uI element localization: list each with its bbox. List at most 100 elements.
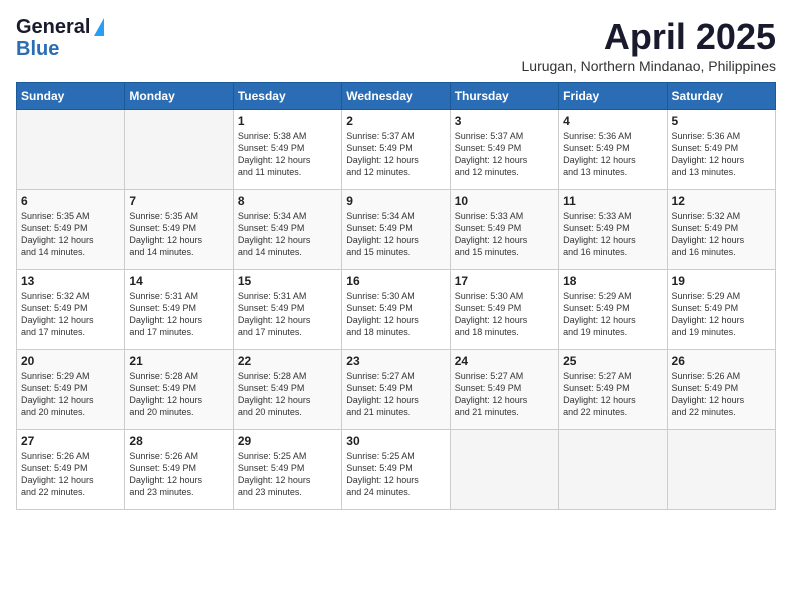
- day-info: Sunrise: 5:32 AM Sunset: 5:49 PM Dayligh…: [21, 290, 120, 339]
- day-number: 5: [672, 114, 771, 128]
- calendar-cell: 16 Sunrise: 5:30 AM Sunset: 5:49 PM Dayli…: [342, 270, 450, 350]
- calendar-cell: 22 Sunrise: 5:28 AM Sunset: 5:49 PM Dayli…: [233, 350, 341, 430]
- calendar-cell: 7 Sunrise: 5:35 AM Sunset: 5:49 PM Daylig…: [125, 190, 233, 270]
- day-number: 30: [346, 434, 445, 448]
- weekday-row: SundayMondayTuesdayWednesdayThursdayFrid…: [17, 83, 776, 110]
- calendar-cell: [667, 430, 775, 510]
- calendar-week-row: 6 Sunrise: 5:35 AM Sunset: 5:49 PM Daylig…: [17, 190, 776, 270]
- calendar-cell: 19Sunrise: 5:29 AM Sunset: 5:49 PM Dayli…: [667, 270, 775, 350]
- day-info: Sunrise: 5:30 AM Sunset: 5:49 PM Dayligh…: [455, 290, 554, 339]
- calendar-cell: 18 Sunrise: 5:29 AM Sunset: 5:49 PM Dayli…: [559, 270, 667, 350]
- weekday-header: Thursday: [450, 83, 558, 110]
- day-info: Sunrise: 5:37 AM Sunset: 5:49 PM Dayligh…: [455, 130, 554, 179]
- day-info: Sunrise: 5:26 AM Sunset: 5:49 PM Dayligh…: [672, 370, 771, 419]
- calendar-cell: 27Sunrise: 5:26 AM Sunset: 5:49 PM Dayli…: [17, 430, 125, 510]
- calendar-week-row: 1 Sunrise: 5:38 AM Sunset: 5:49 PM Daylig…: [17, 110, 776, 190]
- day-info: Sunrise: 5:28 AM Sunset: 5:49 PM Dayligh…: [129, 370, 228, 419]
- month-title: April 2025: [522, 16, 777, 58]
- day-number: 10: [455, 194, 554, 208]
- day-number: 4: [563, 114, 662, 128]
- day-number: 28: [129, 434, 228, 448]
- day-info: Sunrise: 5:25 AM Sunset: 5:49 PM Dayligh…: [346, 450, 445, 499]
- weekday-header: Friday: [559, 83, 667, 110]
- calendar-body: 1 Sunrise: 5:38 AM Sunset: 5:49 PM Daylig…: [17, 110, 776, 510]
- header: General Blue April 2025 Lurugan, Norther…: [16, 16, 776, 74]
- weekday-header: Wednesday: [342, 83, 450, 110]
- day-info: Sunrise: 5:26 AM Sunset: 5:49 PM Dayligh…: [129, 450, 228, 499]
- calendar-cell: 12 Sunrise: 5:32 AM Sunset: 5:49 PM Dayli…: [667, 190, 775, 270]
- day-number: 12: [672, 194, 771, 208]
- day-info: Sunrise: 5:35 AM Sunset: 5:49 PM Dayligh…: [21, 210, 120, 259]
- calendar-header: SundayMondayTuesdayWednesdayThursdayFrid…: [17, 83, 776, 110]
- calendar-cell: 17 Sunrise: 5:30 AM Sunset: 5:49 PM Dayli…: [450, 270, 558, 350]
- location-title: Lurugan, Northern Mindanao, Philippines: [522, 58, 777, 74]
- logo-general-text: General: [16, 16, 90, 38]
- day-info: Sunrise: 5:31 AM Sunset: 5:49 PM Dayligh…: [129, 290, 228, 339]
- calendar-cell: 28 Sunrise: 5:26 AM Sunset: 5:49 PM Dayli…: [125, 430, 233, 510]
- day-info: Sunrise: 5:27 AM Sunset: 5:49 PM Dayligh…: [563, 370, 662, 419]
- day-info: Sunrise: 5:37 AM Sunset: 5:49 PM Dayligh…: [346, 130, 445, 179]
- logo: General Blue: [16, 16, 104, 60]
- day-info: Sunrise: 5:29 AM Sunset: 5:49 PM Dayligh…: [563, 290, 662, 339]
- day-info: Sunrise: 5:38 AM Sunset: 5:49 PM Dayligh…: [238, 130, 337, 179]
- calendar-cell: 9 Sunrise: 5:34 AM Sunset: 5:49 PM Daylig…: [342, 190, 450, 270]
- calendar-cell: 30 Sunrise: 5:25 AM Sunset: 5:49 PM Dayli…: [342, 430, 450, 510]
- day-number: 1: [238, 114, 337, 128]
- calendar-cell: [559, 430, 667, 510]
- calendar-cell: 3 Sunrise: 5:37 AM Sunset: 5:49 PM Daylig…: [450, 110, 558, 190]
- day-info: Sunrise: 5:27 AM Sunset: 5:49 PM Dayligh…: [346, 370, 445, 419]
- calendar-week-row: 20Sunrise: 5:29 AM Sunset: 5:49 PM Dayli…: [17, 350, 776, 430]
- calendar-cell: 11Sunrise: 5:33 AM Sunset: 5:49 PM Dayli…: [559, 190, 667, 270]
- day-number: 11: [563, 194, 662, 208]
- calendar-cell: 13Sunrise: 5:32 AM Sunset: 5:49 PM Dayli…: [17, 270, 125, 350]
- day-number: 26: [672, 354, 771, 368]
- day-number: 3: [455, 114, 554, 128]
- day-info: Sunrise: 5:35 AM Sunset: 5:49 PM Dayligh…: [129, 210, 228, 259]
- day-info: Sunrise: 5:25 AM Sunset: 5:49 PM Dayligh…: [238, 450, 337, 499]
- calendar-cell: 2Sunrise: 5:37 AM Sunset: 5:49 PM Daylig…: [342, 110, 450, 190]
- day-info: Sunrise: 5:33 AM Sunset: 5:49 PM Dayligh…: [455, 210, 554, 259]
- title-area: April 2025 Lurugan, Northern Mindanao, P…: [522, 16, 777, 74]
- day-number: 8: [238, 194, 337, 208]
- calendar-week-row: 27Sunrise: 5:26 AM Sunset: 5:49 PM Dayli…: [17, 430, 776, 510]
- calendar-cell: 14 Sunrise: 5:31 AM Sunset: 5:49 PM Dayli…: [125, 270, 233, 350]
- weekday-header: Sunday: [17, 83, 125, 110]
- logo-blue-text: Blue: [16, 38, 59, 60]
- day-number: 18: [563, 274, 662, 288]
- weekday-header: Saturday: [667, 83, 775, 110]
- calendar-cell: [17, 110, 125, 190]
- calendar-cell: 5Sunrise: 5:36 AM Sunset: 5:49 PM Daylig…: [667, 110, 775, 190]
- weekday-header: Tuesday: [233, 83, 341, 110]
- day-number: 7: [129, 194, 228, 208]
- day-number: 15: [238, 274, 337, 288]
- day-number: 17: [455, 274, 554, 288]
- weekday-header: Monday: [125, 83, 233, 110]
- day-info: Sunrise: 5:26 AM Sunset: 5:49 PM Dayligh…: [21, 450, 120, 499]
- calendar-cell: 10 Sunrise: 5:33 AM Sunset: 5:49 PM Dayli…: [450, 190, 558, 270]
- day-info: Sunrise: 5:28 AM Sunset: 5:49 PM Dayligh…: [238, 370, 337, 419]
- calendar-cell: 6 Sunrise: 5:35 AM Sunset: 5:49 PM Daylig…: [17, 190, 125, 270]
- calendar-cell: [450, 430, 558, 510]
- day-number: 6: [21, 194, 120, 208]
- day-number: 20: [21, 354, 120, 368]
- day-number: 9: [346, 194, 445, 208]
- calendar-cell: 4Sunrise: 5:36 AM Sunset: 5:49 PM Daylig…: [559, 110, 667, 190]
- day-number: 16: [346, 274, 445, 288]
- calendar-cell: 20Sunrise: 5:29 AM Sunset: 5:49 PM Dayli…: [17, 350, 125, 430]
- calendar-cell: [125, 110, 233, 190]
- day-info: Sunrise: 5:34 AM Sunset: 5:49 PM Dayligh…: [238, 210, 337, 259]
- day-info: Sunrise: 5:32 AM Sunset: 5:49 PM Dayligh…: [672, 210, 771, 259]
- day-info: Sunrise: 5:30 AM Sunset: 5:49 PM Dayligh…: [346, 290, 445, 339]
- day-number: 19: [672, 274, 771, 288]
- calendar-cell: 24Sunrise: 5:27 AM Sunset: 5:49 PM Dayli…: [450, 350, 558, 430]
- day-number: 29: [238, 434, 337, 448]
- day-number: 22: [238, 354, 337, 368]
- logo-triangle-icon: [94, 18, 104, 36]
- calendar-cell: 8 Sunrise: 5:34 AM Sunset: 5:49 PM Daylig…: [233, 190, 341, 270]
- calendar-cell: 29 Sunrise: 5:25 AM Sunset: 5:49 PM Dayli…: [233, 430, 341, 510]
- day-info: Sunrise: 5:34 AM Sunset: 5:49 PM Dayligh…: [346, 210, 445, 259]
- calendar-cell: 1 Sunrise: 5:38 AM Sunset: 5:49 PM Daylig…: [233, 110, 341, 190]
- day-number: 14: [129, 274, 228, 288]
- day-number: 24: [455, 354, 554, 368]
- day-info: Sunrise: 5:31 AM Sunset: 5:49 PM Dayligh…: [238, 290, 337, 339]
